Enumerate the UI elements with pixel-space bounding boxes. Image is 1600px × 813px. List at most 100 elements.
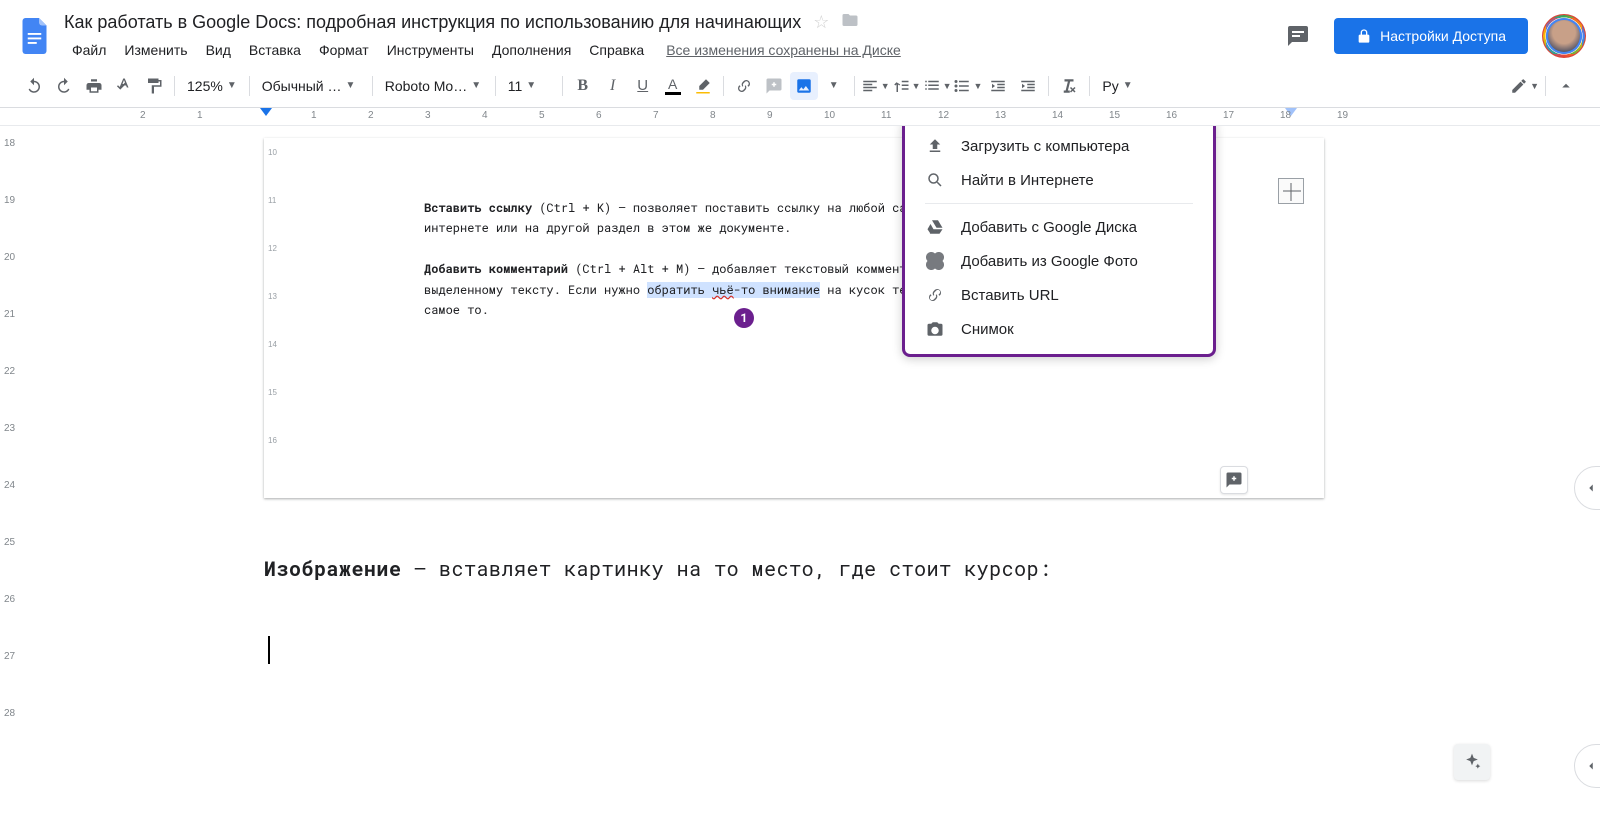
title-area: Как работать в Google Docs: подробная ин… bbox=[64, 11, 1278, 62]
menu-edit[interactable]: Изменить bbox=[116, 38, 195, 62]
add-comment-button[interactable] bbox=[760, 72, 788, 100]
separator bbox=[495, 76, 496, 96]
ruler-tick: 1 bbox=[197, 110, 203, 121]
menu-camera[interactable]: Снимок bbox=[905, 312, 1213, 346]
article-text: Изображение – вставляет картинку на то м… bbox=[264, 556, 1052, 582]
ruler-tick: 11 bbox=[881, 110, 891, 121]
redo-button[interactable] bbox=[50, 72, 78, 100]
star-icon[interactable]: ☆ bbox=[813, 12, 829, 33]
ruler-tick: 19 bbox=[4, 195, 15, 206]
input-tools-dropdown[interactable]: Ру▼ bbox=[1096, 72, 1138, 100]
menu-view[interactable]: Вид bbox=[198, 38, 239, 62]
style-dropdown[interactable]: Обычный …▼ bbox=[256, 72, 366, 100]
ruler-tick: 2 bbox=[140, 110, 146, 121]
ruler-tick: 14 bbox=[1052, 110, 1063, 121]
camera-icon bbox=[925, 320, 945, 338]
ruler-vertical[interactable]: 1819202122232425262728 bbox=[0, 126, 30, 813]
paint-format-button[interactable] bbox=[140, 72, 168, 100]
lock-icon bbox=[1356, 28, 1372, 44]
folder-icon[interactable] bbox=[841, 11, 859, 34]
insert-image-caret[interactable]: ▼ bbox=[820, 72, 848, 100]
menu-search-web[interactable]: Найти в Интернете bbox=[905, 163, 1213, 197]
move-handle-icon[interactable] bbox=[1278, 178, 1304, 204]
ruler-tick: 17 bbox=[1223, 110, 1234, 121]
editing-mode-button[interactable]: ▼ bbox=[1510, 72, 1539, 100]
menu-tools[interactable]: Инструменты bbox=[379, 38, 482, 62]
ruler-tick: 25 bbox=[4, 537, 15, 548]
ruler-tick: 1 bbox=[311, 110, 317, 121]
share-button[interactable]: Настройки Доступа bbox=[1334, 18, 1528, 54]
explore-button[interactable] bbox=[1454, 744, 1490, 780]
text-cursor bbox=[268, 636, 270, 664]
saved-status[interactable]: Все изменения сохранены на Диске bbox=[666, 42, 901, 58]
document-title[interactable]: Как работать в Google Docs: подробная ин… bbox=[64, 12, 801, 33]
bulleted-list-button[interactable]: ▼ bbox=[953, 72, 982, 100]
clear-format-button[interactable] bbox=[1055, 72, 1083, 100]
separator bbox=[249, 76, 250, 96]
zoom-dropdown[interactable]: 125%▼ bbox=[181, 72, 243, 100]
ruler-tick: 15 bbox=[1109, 110, 1120, 121]
ruler-tick: 13 bbox=[268, 292, 277, 301]
open-comments-button[interactable] bbox=[1278, 16, 1318, 56]
ruler-tick: 8 bbox=[710, 110, 716, 121]
menu-google-drive[interactable]: Добавить с Google Диска bbox=[905, 210, 1213, 244]
menu-google-photos[interactable]: Добавить из Google Фото bbox=[905, 244, 1213, 278]
drive-icon bbox=[925, 218, 945, 236]
align-button[interactable]: ▼ bbox=[861, 72, 890, 100]
font-dropdown[interactable]: Roboto Mo…▼ bbox=[379, 72, 489, 100]
insert-image-menu: Загрузить с компьютера Найти в Интернете… bbox=[902, 126, 1216, 357]
menu-photos-label: Добавить из Google Фото bbox=[961, 253, 1138, 270]
menu-url-label: Вставить URL bbox=[961, 287, 1059, 304]
ruler-tick: 23 bbox=[4, 423, 15, 434]
bold-button[interactable]: B bbox=[569, 72, 597, 100]
numbered-list-button[interactable]: ▼ bbox=[923, 72, 952, 100]
p2-hl2: -то внимание bbox=[734, 282, 820, 298]
ruler-tick: 16 bbox=[1166, 110, 1177, 121]
print-button[interactable] bbox=[80, 72, 108, 100]
ruler-tick: 5 bbox=[539, 110, 545, 121]
floating-add-comment-button[interactable] bbox=[1220, 466, 1248, 494]
decrease-indent-button[interactable] bbox=[984, 72, 1012, 100]
menu-by-url[interactable]: Вставить URL bbox=[905, 278, 1213, 312]
separator bbox=[562, 76, 563, 96]
menu-insert[interactable]: Вставка bbox=[241, 38, 309, 62]
highlight-color-button[interactable] bbox=[689, 72, 717, 100]
menu-file[interactable]: Файл bbox=[64, 38, 114, 62]
italic-button[interactable]: I bbox=[599, 72, 627, 100]
annotation-badge-1: 1 bbox=[734, 308, 754, 328]
ruler-tick: 22 bbox=[4, 366, 15, 377]
docs-logo[interactable] bbox=[16, 16, 56, 56]
undo-button[interactable] bbox=[20, 72, 48, 100]
separator bbox=[854, 76, 855, 96]
ruler-tick: 10 bbox=[268, 148, 277, 157]
ruler-tick: 19 bbox=[1337, 110, 1348, 121]
insert-link-button[interactable] bbox=[730, 72, 758, 100]
font-size-dropdown[interactable]: 11▼ bbox=[502, 72, 556, 100]
menu-addons[interactable]: Дополнения bbox=[484, 38, 579, 62]
ruler-tick: 9 bbox=[767, 110, 773, 121]
indent-marker[interactable] bbox=[260, 108, 272, 116]
collapse-toolbar-button[interactable] bbox=[1552, 72, 1580, 100]
spellcheck-button[interactable] bbox=[110, 72, 138, 100]
ruler-tick: 11 bbox=[268, 196, 276, 205]
menu-help[interactable]: Справка bbox=[581, 38, 652, 62]
article-bold: Изображение bbox=[264, 556, 402, 582]
account-avatar[interactable] bbox=[1544, 16, 1584, 56]
underline-button[interactable]: U bbox=[629, 72, 657, 100]
line-spacing-button[interactable]: ▼ bbox=[892, 72, 921, 100]
menu-drive-label: Добавить с Google Диска bbox=[961, 219, 1137, 236]
ruler-horizontal[interactable]: 2112345678910111213141516171819 bbox=[0, 108, 1600, 126]
insert-image-button[interactable] bbox=[790, 72, 818, 100]
p1-bold: Вставить ссылку bbox=[424, 200, 532, 216]
p2-bold: Добавить комментарий bbox=[424, 261, 568, 277]
increase-indent-button[interactable] bbox=[1014, 72, 1042, 100]
ruler-tick: 26 bbox=[4, 594, 15, 605]
side-expand-button-1[interactable] bbox=[1574, 466, 1600, 510]
photos-icon bbox=[925, 252, 945, 270]
side-expand-button-2[interactable] bbox=[1574, 744, 1600, 788]
text-color-button[interactable]: A bbox=[659, 72, 687, 100]
menu-upload-from-computer[interactable]: Загрузить с компьютера bbox=[905, 129, 1213, 163]
menu-format[interactable]: Формат bbox=[311, 38, 377, 62]
ruler-tick: 2 bbox=[368, 110, 374, 121]
ruler-tick: 18 bbox=[4, 138, 15, 149]
